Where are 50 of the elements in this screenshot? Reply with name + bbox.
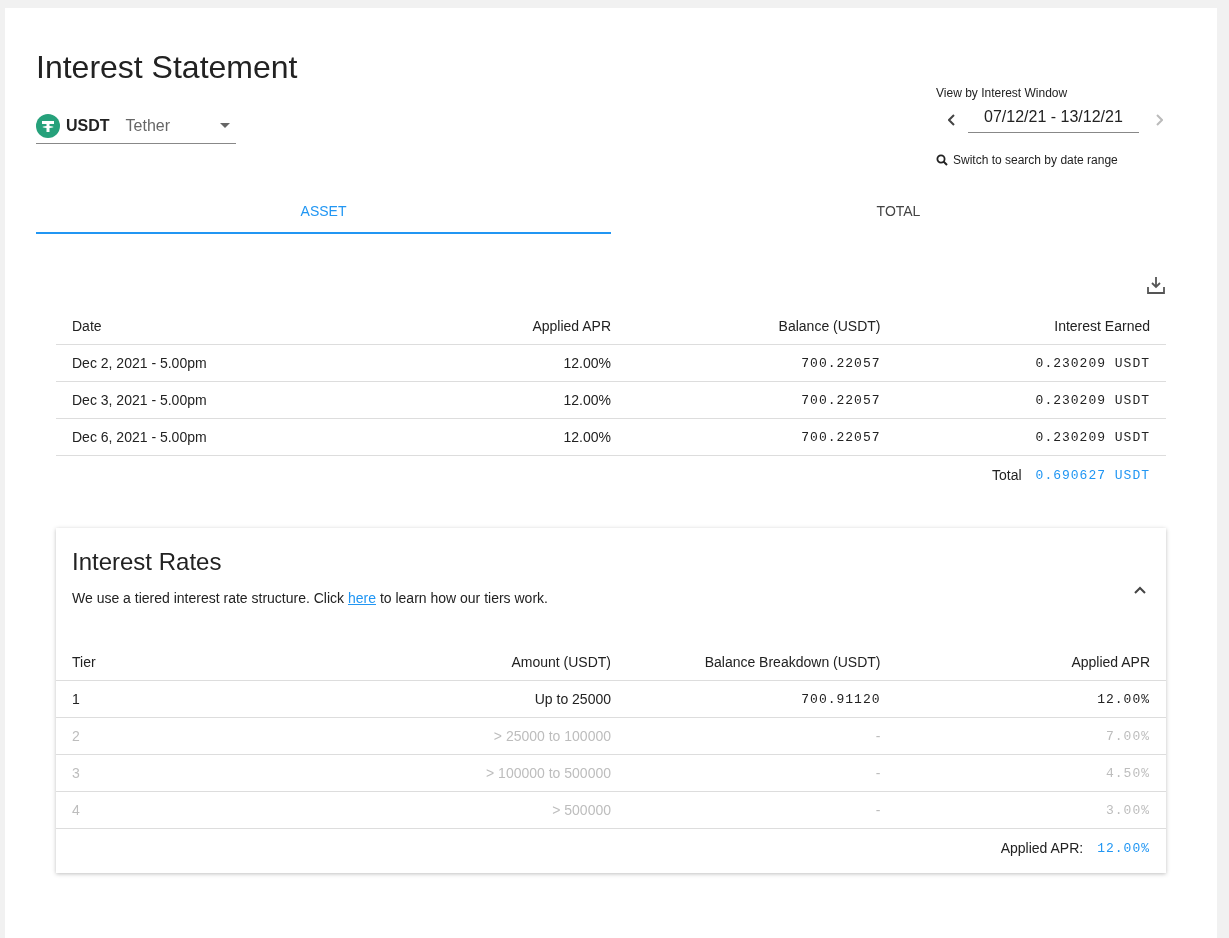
table-cell-text: Dec 6, 2021 - 5.00pm <box>72 429 208 445</box>
column-header: Applied APR <box>531 318 611 334</box>
table-cell-text: 0.230209 USDT <box>1034 355 1150 371</box>
table-cell-text: 4.50% <box>1105 765 1150 781</box>
table-cell-text: - <box>874 802 881 818</box>
table-cell-text: 12.00% <box>562 355 611 371</box>
table-cell-text: 3.00% <box>1105 802 1150 818</box>
asset-name: Tether <box>125 116 172 135</box>
asset-dropdown[interactable]: USDT Tether <box>36 108 236 145</box>
table-cell-text: 3 <box>72 765 81 781</box>
tab[interactable]: TOTAL <box>611 189 1186 234</box>
page-title: Interest Statement <box>36 48 298 87</box>
switch-search-link[interactable]: Switch to search by date range <box>953 153 1118 167</box>
table-cell-text: 1 <box>72 691 81 707</box>
table-cell-text: > 500000 <box>551 802 611 818</box>
total-value: 12.00% <box>1097 840 1150 856</box>
table-cell-text: 0.230209 USDT <box>1034 392 1150 408</box>
total-label: Applied APR: <box>1000 840 1084 856</box>
table-cell-text: 700.22057 <box>800 355 881 371</box>
column-header: Amount (USDT) <box>510 654 611 670</box>
table-cell-text: 12.00% <box>1096 691 1150 707</box>
table-cell-text: > 25000 to 100000 <box>492 728 611 744</box>
card-title: Interest Rates <box>72 548 223 576</box>
table-cell-text: 4 <box>72 802 81 818</box>
total-label: Total <box>992 467 1022 483</box>
window-label: View by Interest Window <box>936 86 1069 100</box>
table-cell-text: 700.22057 <box>800 429 881 445</box>
table-cell-text: 12.00% <box>562 392 611 408</box>
table-cell-text: 700.22057 <box>800 392 881 408</box>
column-header: Date <box>72 318 103 334</box>
table-cell-text: 700.91120 <box>800 691 881 707</box>
table-cell-text: Dec 3, 2021 - 5.00pm <box>72 392 208 408</box>
table-cell-text: Dec 2, 2021 - 5.00pm <box>72 355 208 371</box>
column-header: Balance Breakdown (USDT) <box>703 654 881 670</box>
table-cell-text: - <box>874 728 881 744</box>
table-cell-text: 12.00% <box>562 429 611 445</box>
table-cell-text: - <box>874 765 881 781</box>
table-cell-text: 2 <box>72 728 81 744</box>
description-text: We use a tiered interest rate structure. Click here to learn how our tiers work. <box>72 590 548 606</box>
asset-symbol: USDT <box>66 116 110 135</box>
table-cell-text: > 100000 to 500000 <box>485 765 611 781</box>
column-header: Applied APR <box>1070 654 1150 670</box>
table-cell-text: 0.230209 USDT <box>1034 429 1150 445</box>
total-value: 0.690627 USDT <box>1035 467 1150 483</box>
table-cell-text: 7.00% <box>1105 728 1150 744</box>
column-header: Interest Earned <box>1053 318 1150 334</box>
date-window-field[interactable]: 07/12/21 - 13/12/21 <box>968 106 1139 133</box>
column-header: Balance (USDT) <box>777 318 881 334</box>
column-header: Tier <box>72 654 97 670</box>
table-cell-text: Up to 25000 <box>533 691 611 707</box>
